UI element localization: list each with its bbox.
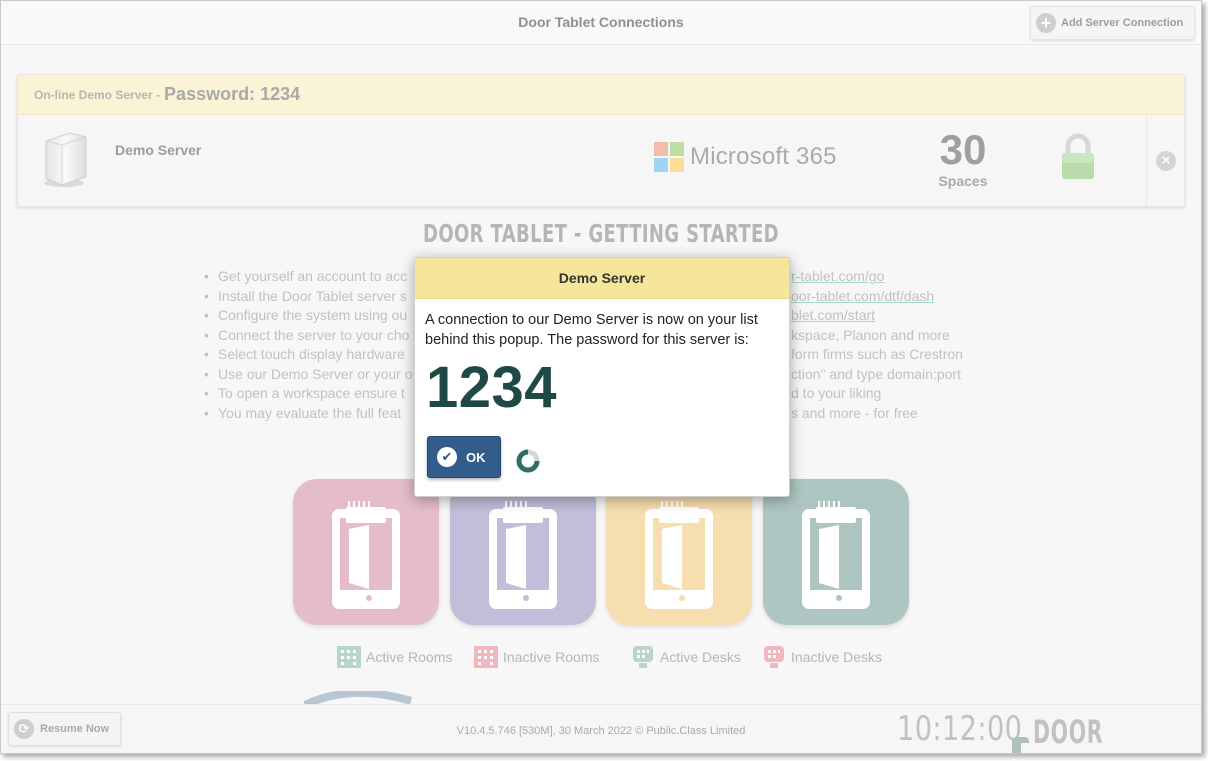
check-icon: ✔	[437, 447, 457, 467]
ok-button[interactable]: ✔ OK	[427, 436, 501, 478]
demo-server-dialog: Demo Server A connection to our Demo Ser…	[414, 257, 790, 497]
dialog-password: 1234	[426, 355, 558, 420]
app-window: Door Tablet Connections + Add Server Con…	[0, 0, 1202, 754]
dialog-title: Demo Server	[415, 258, 789, 299]
dialog-message: A connection to our Demo Server is now o…	[425, 312, 758, 348]
loading-spinner-icon	[516, 449, 540, 473]
ok-label: OK	[466, 449, 486, 465]
